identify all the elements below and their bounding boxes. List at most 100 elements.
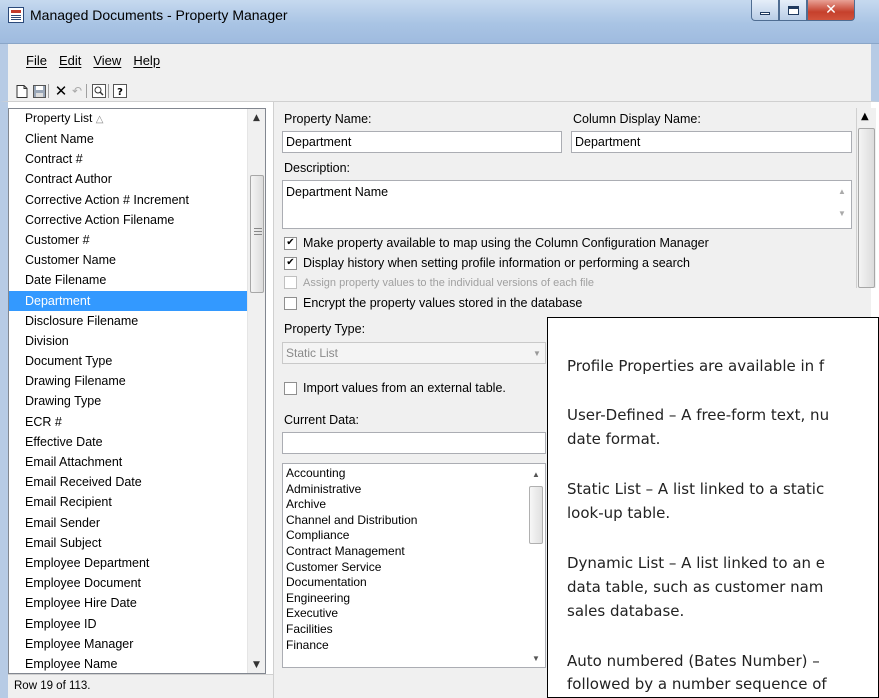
arrow-down-icon: ▼ <box>532 654 540 663</box>
property-list-item[interactable]: Employee ID <box>9 614 247 634</box>
assign-versions-checkbox <box>284 276 297 289</box>
current-data-item[interactable]: Contract Management <box>286 544 545 560</box>
scroll-down-arrow[interactable]: ▼ <box>248 656 265 673</box>
property-list-item[interactable]: Client Name <box>9 129 247 149</box>
current-data-item[interactable]: Accounting <box>286 466 545 482</box>
current-data-item[interactable]: Customer Service <box>286 560 545 576</box>
option-encrypt[interactable]: Encrypt the property values stored in th… <box>284 296 582 310</box>
property-list-item[interactable]: Effective Date <box>9 432 247 452</box>
help-static-list-1: Static List – A list linked to a static <box>567 480 825 498</box>
description-textarea[interactable]: Department Name ▲ ▼ <box>282 180 852 229</box>
scroll-thumb[interactable] <box>858 128 875 288</box>
detail-scrollbar[interactable]: ▲ <box>856 108 876 288</box>
current-data-item[interactable]: Compliance <box>286 528 545 544</box>
menu-edit[interactable]: Edit <box>59 53 81 68</box>
import-external-checkbox[interactable] <box>284 381 297 395</box>
property-list-item[interactable]: Contract Author <box>9 169 247 189</box>
property-type-value: Static List <box>286 346 339 360</box>
property-list-item[interactable]: Contract # <box>9 149 247 169</box>
column-display-name-input[interactable]: Department <box>571 131 852 153</box>
status-text: Row 19 of 113. <box>14 680 91 692</box>
save-button[interactable] <box>31 83 47 99</box>
current-data-scrollbar[interactable]: ▲ ▼ <box>528 464 545 667</box>
property-type-label: Property Type: <box>284 322 366 336</box>
help-button[interactable]: ? <box>112 83 128 99</box>
property-list-item[interactable]: Corrective Action # Increment <box>9 190 247 210</box>
property-list-item[interactable]: Email Attachment <box>9 452 247 472</box>
property-list-item[interactable]: Employee Hire Date <box>9 593 247 613</box>
description-scrollbar[interactable]: ▲ ▼ <box>834 181 851 228</box>
property-list-item[interactable]: Employee Name <box>9 654 247 673</box>
help-dynamic-list-1: Dynamic List – A list linked to an e <box>567 554 826 572</box>
option-assign-versions: Assign property values to the individual… <box>284 276 594 289</box>
display-history-checkbox[interactable]: ✔ <box>284 256 297 270</box>
property-type-select[interactable]: Static List ▼ <box>282 342 546 364</box>
current-data-item[interactable]: Administrative <box>286 482 545 498</box>
toolbar-separator <box>108 84 109 98</box>
current-data-item[interactable]: Documentation <box>286 575 545 591</box>
checkmark-icon: ✔ <box>286 237 295 248</box>
property-list-item[interactable]: Document Type <box>9 351 247 371</box>
property-list-scrollbar[interactable]: ▲ ▼ <box>247 109 265 673</box>
help-auto-numbered-1: Auto numbered (Bates Number) – <box>567 652 820 670</box>
property-list-item[interactable]: Customer Name <box>9 250 247 270</box>
property-list-items: Client Name Contract # Contract Author Corr… <box>9 129 247 673</box>
menu-view[interactable]: View <box>93 53 121 68</box>
undo-button[interactable]: ↶ <box>69 83 85 99</box>
property-list-item[interactable]: Email Subject <box>9 533 247 553</box>
maximize-icon <box>787 5 799 15</box>
option-import-external[interactable]: Import values from an external table. <box>284 381 506 395</box>
property-list-item[interactable]: Customer # <box>9 230 247 250</box>
encrypt-checkbox[interactable] <box>284 296 297 310</box>
encrypt-label: Encrypt the property values stored in th… <box>303 296 583 310</box>
property-list-item[interactable]: Email Received Date <box>9 472 247 492</box>
new-button[interactable] <box>14 83 30 99</box>
arrow-up-icon: ▲ <box>253 112 260 123</box>
option-display-history[interactable]: ✔ Display history when setting profile i… <box>284 256 690 270</box>
menu-help[interactable]: Help <box>133 53 160 68</box>
current-data-items: Accounting Administrative Archive Channel a… <box>286 464 545 653</box>
current-data-input[interactable] <box>282 432 546 454</box>
property-list-item[interactable]: Employee Manager <box>9 634 247 654</box>
maximize-button[interactable] <box>779 0 807 21</box>
option-column-config[interactable]: ✔ Make property available to map using t… <box>284 236 709 250</box>
menu-file[interactable]: File <box>26 53 47 68</box>
scroll-up-arrow[interactable]: ▲ <box>248 109 265 126</box>
current-data-label: Current Data: <box>284 413 360 427</box>
property-list-header[interactable]: Property List △ <box>9 109 247 129</box>
property-list-item[interactable]: Department <box>9 290 247 311</box>
property-list-item[interactable]: Drawing Type <box>9 391 247 411</box>
property-list-item[interactable]: Drawing Filename <box>9 371 247 391</box>
scroll-thumb[interactable] <box>250 175 264 293</box>
current-data-item[interactable]: Finance <box>286 638 545 654</box>
property-name-input[interactable]: Department <box>282 131 562 153</box>
minimize-button[interactable] <box>751 0 779 21</box>
help-auto-numbered-2: followed by a number sequence of <box>567 675 827 693</box>
property-list-item[interactable]: Disclosure Filename <box>9 311 247 331</box>
close-button[interactable]: ✕ <box>807 0 855 21</box>
scroll-thumb[interactable] <box>529 486 543 544</box>
property-list-item[interactable]: Division <box>9 331 247 351</box>
property-list-item[interactable]: ECR # <box>9 412 247 432</box>
property-name-label: Property Name: <box>284 112 372 126</box>
current-data-item[interactable]: Executive <box>286 606 545 622</box>
property-list-item[interactable]: Employee Document <box>9 573 247 593</box>
property-list-header-label: Property List <box>25 111 93 125</box>
find-button[interactable] <box>91 83 107 99</box>
property-list-item[interactable]: Date Filename <box>9 270 247 290</box>
current-data-item[interactable]: Facilities <box>286 622 545 638</box>
current-data-item[interactable]: Engineering <box>286 591 545 607</box>
property-list-item[interactable]: Corrective Action Filename <box>9 210 247 230</box>
window-controls: ✕ <box>751 0 855 22</box>
property-list-item[interactable]: Email Recipient <box>9 492 247 512</box>
current-data-item[interactable]: Archive <box>286 497 545 513</box>
arrow-up-icon: ▲ <box>532 470 540 479</box>
delete-button[interactable]: ✕ <box>53 82 69 100</box>
checkmark-icon: ✔ <box>286 257 295 268</box>
column-config-checkbox[interactable]: ✔ <box>284 236 297 250</box>
window-frame-left <box>0 102 8 698</box>
help-dynamic-list-3: sales database. <box>567 602 685 620</box>
property-list-item[interactable]: Employee Department <box>9 553 247 573</box>
property-list-item[interactable]: Email Sender <box>9 513 247 533</box>
current-data-item[interactable]: Channel and Distribution <box>286 513 545 529</box>
